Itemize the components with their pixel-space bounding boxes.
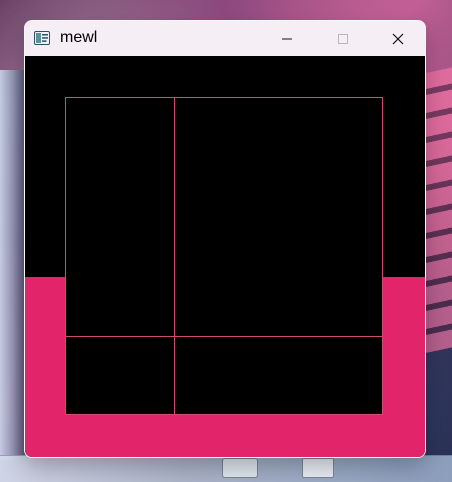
- bottom-right-pane[interactable]: [175, 337, 382, 414]
- app-window: mewl: [24, 20, 426, 458]
- top-left-pane[interactable]: [66, 98, 174, 336]
- window-title: mewl: [60, 29, 98, 46]
- close-button[interactable]: [370, 21, 425, 56]
- bottom-left-pane[interactable]: [66, 337, 174, 414]
- maximize-icon: [338, 33, 348, 44]
- window-client-area[interactable]: [25, 56, 425, 457]
- layout-frame: [65, 97, 383, 415]
- maximize-button[interactable]: [315, 21, 371, 56]
- desktop-bottom-panel-background: [0, 455, 452, 482]
- desktop-bottom-chip-background-2: [302, 458, 334, 478]
- window-controls: [259, 21, 425, 56]
- close-icon: [392, 33, 404, 44]
- top-right-pane[interactable]: [175, 98, 382, 336]
- vertical-divider: [174, 98, 175, 414]
- desktop-bottom-chip-background: [222, 458, 258, 478]
- horizontal-divider: [66, 336, 382, 337]
- minimize-icon: [282, 38, 292, 39]
- app-icon: [34, 31, 50, 45]
- window-titlebar[interactable]: mewl: [25, 21, 425, 56]
- minimize-button[interactable]: [259, 21, 315, 56]
